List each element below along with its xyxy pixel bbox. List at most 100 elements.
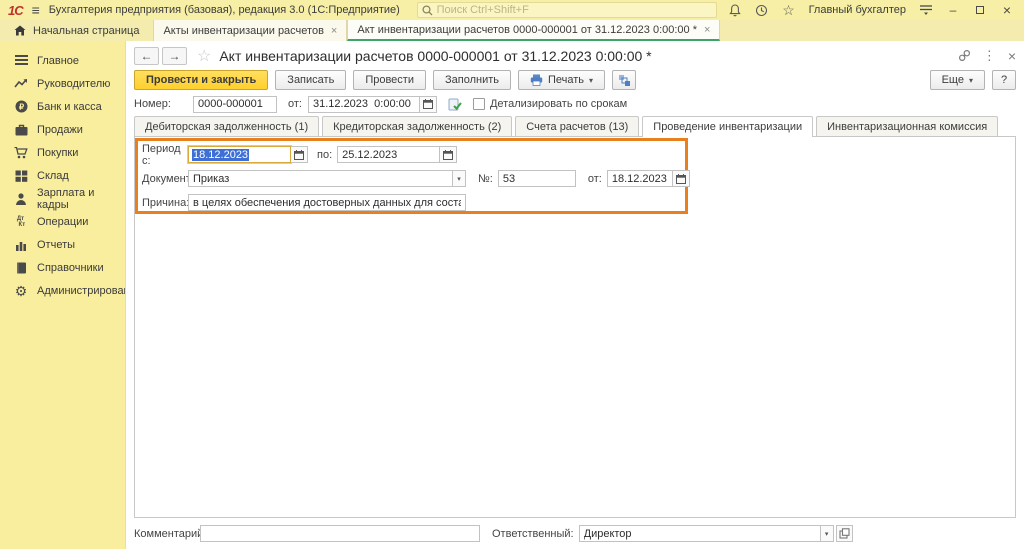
chevron-down-icon[interactable]: ▾ bbox=[821, 525, 834, 542]
sidebar-item-label: Склад bbox=[37, 170, 69, 182]
reason-input[interactable] bbox=[188, 194, 466, 211]
structure-links-button[interactable] bbox=[612, 70, 636, 90]
period-to-label: по: bbox=[317, 149, 332, 161]
global-search[interactable] bbox=[417, 2, 717, 18]
notifications-bell-icon[interactable] bbox=[726, 2, 744, 18]
sidebar-item-manager[interactable]: Руководителю bbox=[0, 72, 125, 95]
sidebar-item-label: Зарплата и кадры bbox=[37, 187, 125, 211]
calendar-icon[interactable] bbox=[291, 146, 308, 163]
tab-acts-list[interactable]: Акты инвентаризации расчетов × bbox=[153, 20, 347, 41]
close-form-icon[interactable]: × bbox=[1008, 48, 1016, 64]
detail-by-terms-checkbox[interactable] bbox=[473, 98, 485, 110]
sidebar-item-administration[interactable]: ⚙ Администрирование bbox=[0, 279, 125, 302]
more-actions-label: Еще bbox=[942, 74, 964, 86]
gear-icon: ⚙ bbox=[13, 283, 29, 298]
current-user-role[interactable]: Главный бухгалтер bbox=[809, 4, 906, 16]
book-icon bbox=[13, 260, 29, 275]
tab-inventory-execution[interactable]: Проведение инвентаризации bbox=[642, 116, 813, 137]
sidebar-item-label: Операции bbox=[37, 216, 88, 228]
sidebar-item-reports[interactable]: Отчеты bbox=[0, 233, 125, 256]
warehouse-boxes-icon bbox=[13, 168, 29, 183]
minimize-button[interactable]: – bbox=[944, 3, 962, 17]
titlebar: 1С ≡ Бухгалтерия предприятия (базовая), … bbox=[0, 0, 1024, 20]
chevron-down-icon[interactable]: ▾ bbox=[453, 170, 466, 187]
sidebar-item-label: Главное bbox=[37, 55, 79, 67]
service-menu-icon[interactable] bbox=[917, 2, 935, 18]
sidebar-item-directories[interactable]: Справочники bbox=[0, 256, 125, 279]
detail-by-terms-label: Детализировать по срокам bbox=[490, 98, 627, 110]
tab-receivables[interactable]: Дебиторская задолженность (1) bbox=[134, 116, 319, 136]
date-label: от: bbox=[288, 98, 302, 110]
post-button[interactable]: Провести bbox=[353, 70, 426, 90]
1c-logo-icon: 1С bbox=[8, 3, 23, 18]
chevron-down-icon: ▾ bbox=[969, 76, 973, 85]
close-tab-icon[interactable]: × bbox=[704, 24, 710, 36]
document-footer-row: Комментарий: Ответственный: ▾ bbox=[126, 518, 1024, 549]
basis-document-input[interactable] bbox=[188, 170, 453, 187]
document-number-input[interactable] bbox=[193, 96, 277, 113]
home-page-tab[interactable]: Начальная страница bbox=[0, 20, 153, 41]
comment-input[interactable] bbox=[200, 525, 480, 542]
basis-number-input[interactable] bbox=[498, 170, 576, 187]
annotation-highlight-box: Период с: 18.12.2023 по: bbox=[135, 138, 688, 214]
calendar-icon[interactable] bbox=[420, 96, 437, 113]
favorites-star-icon[interactable]: ☆ bbox=[780, 2, 798, 18]
tab-inventory-commission[interactable]: Инвентаризационная комиссия bbox=[816, 116, 998, 136]
reason-label: Причина: bbox=[142, 197, 188, 209]
sidebar-item-main[interactable]: Главное bbox=[0, 49, 125, 72]
post-and-close-button[interactable]: Провести и закрыть bbox=[134, 70, 268, 90]
command-toolbar: Провести и закрыть Записать Провести Зап… bbox=[126, 67, 1024, 93]
forward-button[interactable]: → bbox=[162, 47, 187, 65]
search-icon bbox=[422, 5, 433, 16]
search-input[interactable] bbox=[437, 4, 712, 16]
document-date-input[interactable] bbox=[308, 96, 420, 113]
basis-date-input[interactable] bbox=[607, 170, 673, 187]
more-actions-button[interactable]: Еще ▾ bbox=[930, 70, 985, 90]
get-link-icon[interactable] bbox=[958, 49, 971, 62]
back-button[interactable]: ← bbox=[134, 47, 159, 65]
document-row: Документ: ▾ №: от: bbox=[142, 169, 685, 188]
window-tabbar: Начальная страница Акты инвентаризации р… bbox=[0, 20, 1024, 41]
sidebar-item-bank-cash[interactable]: ₽ Банк и касса bbox=[0, 95, 125, 118]
sidebar-item-sales[interactable]: Продажи bbox=[0, 118, 125, 141]
sidebar-item-purchases[interactable]: Покупки bbox=[0, 141, 125, 164]
print-button[interactable]: Печать ▾ bbox=[518, 70, 605, 90]
main-menu-icon[interactable]: ≡ bbox=[32, 3, 40, 17]
home-icon bbox=[14, 25, 26, 36]
save-button[interactable]: Записать bbox=[275, 70, 346, 90]
close-window-button[interactable]: × bbox=[998, 2, 1016, 18]
person-icon bbox=[13, 191, 29, 206]
calendar-icon[interactable] bbox=[440, 146, 457, 163]
tab-payables[interactable]: Кредиторская задолженность (2) bbox=[322, 116, 512, 136]
period-from-value: 18.12.2023 bbox=[192, 149, 249, 161]
tab-act-document-label: Акт инвентаризации расчетов 0000-000001 … bbox=[357, 24, 697, 36]
sidebar-item-salary-hr[interactable]: Зарплата и кадры bbox=[0, 187, 125, 210]
responsible-input[interactable] bbox=[579, 525, 821, 542]
basis-number-label: №: bbox=[478, 173, 493, 185]
close-tab-icon[interactable]: × bbox=[331, 25, 337, 37]
sidebar-item-warehouse[interactable]: Склад bbox=[0, 164, 125, 187]
period-from-input[interactable]: 18.12.2023 bbox=[188, 146, 291, 163]
tab-accounts[interactable]: Счета расчетов (13) bbox=[515, 116, 639, 136]
comment-label: Комментарий: bbox=[134, 528, 200, 540]
restore-button[interactable] bbox=[971, 3, 989, 17]
sidebar-item-operations[interactable]: Дт Кт Операции bbox=[0, 210, 125, 233]
posted-status-icon[interactable] bbox=[448, 98, 462, 111]
period-to-input[interactable] bbox=[337, 146, 440, 163]
reason-row: Причина: bbox=[142, 193, 685, 212]
calendar-icon[interactable] bbox=[673, 170, 690, 187]
dt-kt-icon: Дт Кт bbox=[13, 214, 29, 229]
open-responsible-link-icon[interactable] bbox=[836, 525, 853, 542]
history-icon[interactable] bbox=[753, 2, 771, 18]
period-from-label: Период с: bbox=[142, 143, 188, 167]
add-to-favorites-star-icon[interactable]: ☆ bbox=[197, 46, 211, 66]
help-button[interactable]: ? bbox=[992, 70, 1016, 90]
fill-button[interactable]: Заполнить bbox=[433, 70, 511, 90]
document-title: Акт инвентаризации расчетов 0000-000001 … bbox=[219, 48, 651, 64]
number-date-row: Номер: от: Детализировать по срокам bbox=[126, 93, 1024, 115]
inventory-tab-panel: Период с: 18.12.2023 по: bbox=[134, 136, 1016, 518]
tab-act-document[interactable]: Акт инвентаризации расчетов 0000-000001 … bbox=[347, 20, 720, 41]
number-label: Номер: bbox=[134, 98, 193, 110]
tab-acts-list-label: Акты инвентаризации расчетов bbox=[163, 25, 323, 37]
more-menu-dots-icon[interactable]: ⋮ bbox=[983, 48, 996, 64]
